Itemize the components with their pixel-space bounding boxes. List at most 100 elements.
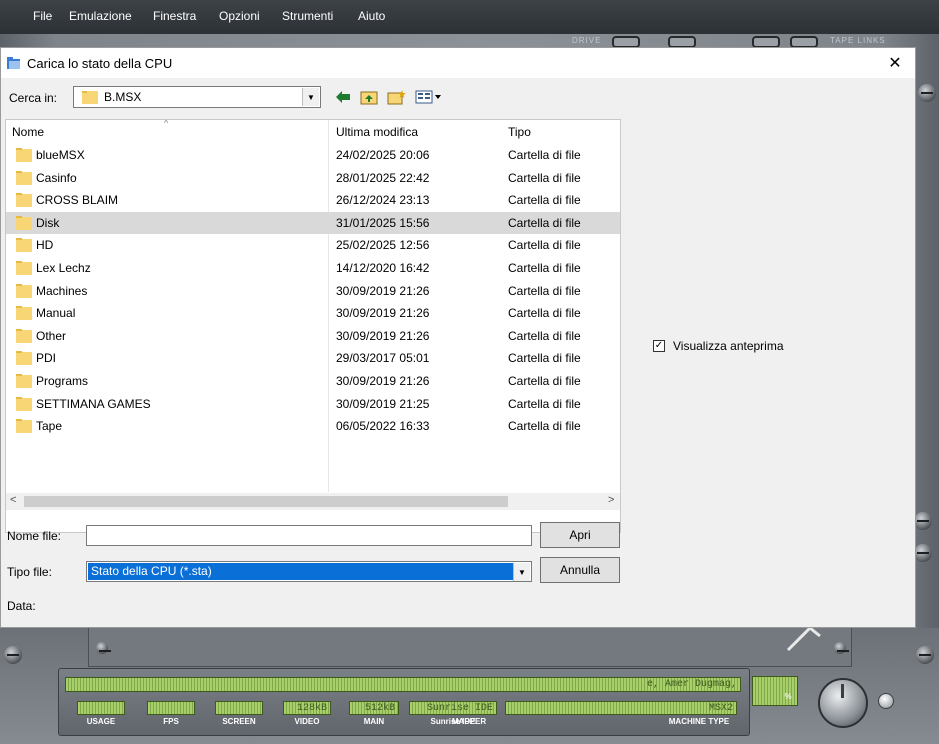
inner-panel <box>88 628 852 667</box>
dialog-title: Carica lo stato della CPU <box>27 56 173 71</box>
menu-file[interactable]: File <box>33 9 52 23</box>
file-type: Cartella di file <box>508 419 581 434</box>
main-memory-label: MAIN <box>363 717 385 726</box>
file-name: Casinfo <box>36 170 77 185</box>
usage-display <box>77 701 125 715</box>
lookin-label: Cerca in: <box>9 91 58 105</box>
file-name: blueMSX <box>36 148 85 162</box>
file-modified: 30/09/2019 21:26 <box>336 374 430 388</box>
file-name: Lex Lechz <box>36 261 91 275</box>
new-folder-icon[interactable] <box>387 88 407 106</box>
file-modified: 25/02/2025 12:56 <box>336 238 430 253</box>
close-button[interactable]: ✕ <box>875 48 915 78</box>
horizontal-scrollbar[interactable]: < > <box>6 493 620 510</box>
file-modified: 24/02/2025 20:06 <box>336 148 430 162</box>
filetype-label: Tipo file: <box>7 565 52 579</box>
chevron-down-icon[interactable]: ▼ <box>302 88 319 106</box>
cancel-button[interactable]: Annulla <box>540 557 620 583</box>
screw-icon <box>4 646 22 664</box>
file-row[interactable]: Tape 06/05/2022 16:33 Cartella di file <box>6 415 620 437</box>
file-row[interactable]: Casinfo 28/01/2025 22:42 Cartella di file <box>6 167 620 189</box>
file-modified: 14/12/2020 16:42 <box>336 261 430 275</box>
status-panel: e, Amer Dugmag, USAGE FPS SCREEN 128kB V… <box>58 668 750 736</box>
filetype-value: Stato della CPU (*.sta) <box>88 563 514 580</box>
open-button[interactable]: Apri <box>540 522 620 548</box>
folder-icon <box>16 193 32 208</box>
menu-strumenti[interactable]: Strumenti <box>282 9 333 23</box>
file-row[interactable]: Manual 30/09/2019 21:26 Cartella di file <box>6 302 620 324</box>
balance-knob[interactable] <box>878 693 894 709</box>
scroll-thumb[interactable] <box>24 496 508 507</box>
file-type: Cartella di file <box>508 215 581 230</box>
folder-icon <box>16 419 32 434</box>
folder-icon <box>16 374 32 388</box>
filetype-combo[interactable]: Stato della CPU (*.sta) ▼ <box>86 561 532 582</box>
file-row[interactable]: Machines 30/09/2019 21:26 Cartella di file <box>6 280 620 302</box>
mapper-display: Sunrise IDE <box>409 701 497 715</box>
filename-input[interactable] <box>86 525 532 546</box>
menu-opzioni[interactable]: Opzioni <box>219 9 260 23</box>
file-row[interactable]: Programs 30/09/2019 21:26 Cartella di file <box>6 370 620 392</box>
file-name: CROSS BLAIM <box>36 193 119 208</box>
back-icon[interactable] <box>333 88 353 106</box>
open-file-icon <box>7 57 20 69</box>
folder-icon <box>16 148 32 162</box>
fps-display <box>147 701 195 715</box>
file-type: Cartella di file <box>508 306 581 321</box>
file-name: Programs <box>36 374 89 388</box>
screw-icon <box>914 512 932 530</box>
file-row[interactable]: HD 25/02/2025 12:56 Cartella di file <box>6 234 620 256</box>
file-name: HD <box>36 238 54 253</box>
file-type: Cartella di file <box>508 283 581 298</box>
main-display: e, Amer Dugmag, <box>65 677 741 692</box>
file-name: Manual <box>36 306 76 321</box>
screw-icon <box>96 642 111 654</box>
screw-icon <box>916 646 934 664</box>
folder-icon <box>16 283 32 298</box>
volume-knob[interactable] <box>818 678 868 728</box>
file-name: Other <box>36 328 67 343</box>
file-type: Cartella di file <box>508 170 581 185</box>
file-row[interactable]: Lex Lechz 14/12/2020 16:42 Cartella di fil… <box>6 257 620 279</box>
file-list[interactable]: Nome ^ Ultima modifica Tipo blueMSX 24/02… <box>5 119 621 533</box>
file-name: Machines <box>36 283 88 298</box>
file-name: Disk <box>36 215 60 230</box>
folder-icon <box>16 351 32 366</box>
filename-label: Nome file: <box>7 529 62 543</box>
column-modified[interactable]: Ultima modifica <box>336 125 418 139</box>
up-folder-icon[interactable] <box>359 88 379 106</box>
file-row[interactable]: Other 30/09/2019 21:26 Cartella di file <box>6 325 620 347</box>
menubar: File Emulazione Finestra Opzioni Strumen… <box>0 0 939 34</box>
lookin-combo[interactable]: B.MSX ▼ <box>73 86 321 108</box>
load-cpu-state-dialog: Carica lo stato della CPU ✕ Cerca in: B.… <box>0 47 916 628</box>
file-modified: 30/09/2019 21:25 <box>336 396 430 411</box>
file-row[interactable]: PDI 29/03/2017 05:01 Cartella di file <box>6 347 620 369</box>
menu-aiuto[interactable]: Aiuto <box>358 9 385 23</box>
view-menu-icon[interactable] <box>415 88 443 106</box>
column-type[interactable]: Tipo <box>508 125 531 139</box>
scroll-left-arrow[interactable]: < <box>10 494 16 506</box>
folder-icon <box>16 328 32 343</box>
folder-icon <box>82 91 98 104</box>
preview-label: Visualizza anteprima <box>673 339 784 353</box>
machine-type-display: MSX2 <box>505 701 737 715</box>
menu-emulazione[interactable]: Emulazione <box>69 9 132 23</box>
file-name: SETTIMANA GAMES <box>36 396 151 411</box>
file-row[interactable]: SETTIMANA GAMES 30/09/2019 21:25 Cartella … <box>6 393 620 415</box>
scroll-right-arrow[interactable]: > <box>608 494 614 506</box>
file-row[interactable]: Disk 31/01/2025 15:56 Cartella di file <box>6 211 620 234</box>
preview-checkbox[interactable]: ✓ <box>653 340 665 352</box>
chevron-down-icon[interactable]: ▼ <box>513 563 530 581</box>
file-type: Cartella di file <box>508 193 581 208</box>
file-row[interactable]: CROSS BLAIM 26/12/2024 23:13 Cartella di f… <box>6 189 620 211</box>
folder-icon <box>16 396 32 411</box>
drive-label: DRIVE <box>572 36 602 45</box>
video-display: 128kB <box>283 701 331 715</box>
file-name: Tape <box>36 419 63 434</box>
file-row[interactable]: blueMSX 24/02/2025 20:06 Cartella di file <box>6 144 620 166</box>
file-modified: 30/09/2019 21:26 <box>336 283 430 298</box>
column-name[interactable]: Nome <box>12 125 44 139</box>
menu-finestra[interactable]: Finestra <box>153 9 196 23</box>
sort-ascending-icon: ^ <box>164 119 169 128</box>
file-modified: 06/05/2022 16:33 <box>336 419 430 434</box>
